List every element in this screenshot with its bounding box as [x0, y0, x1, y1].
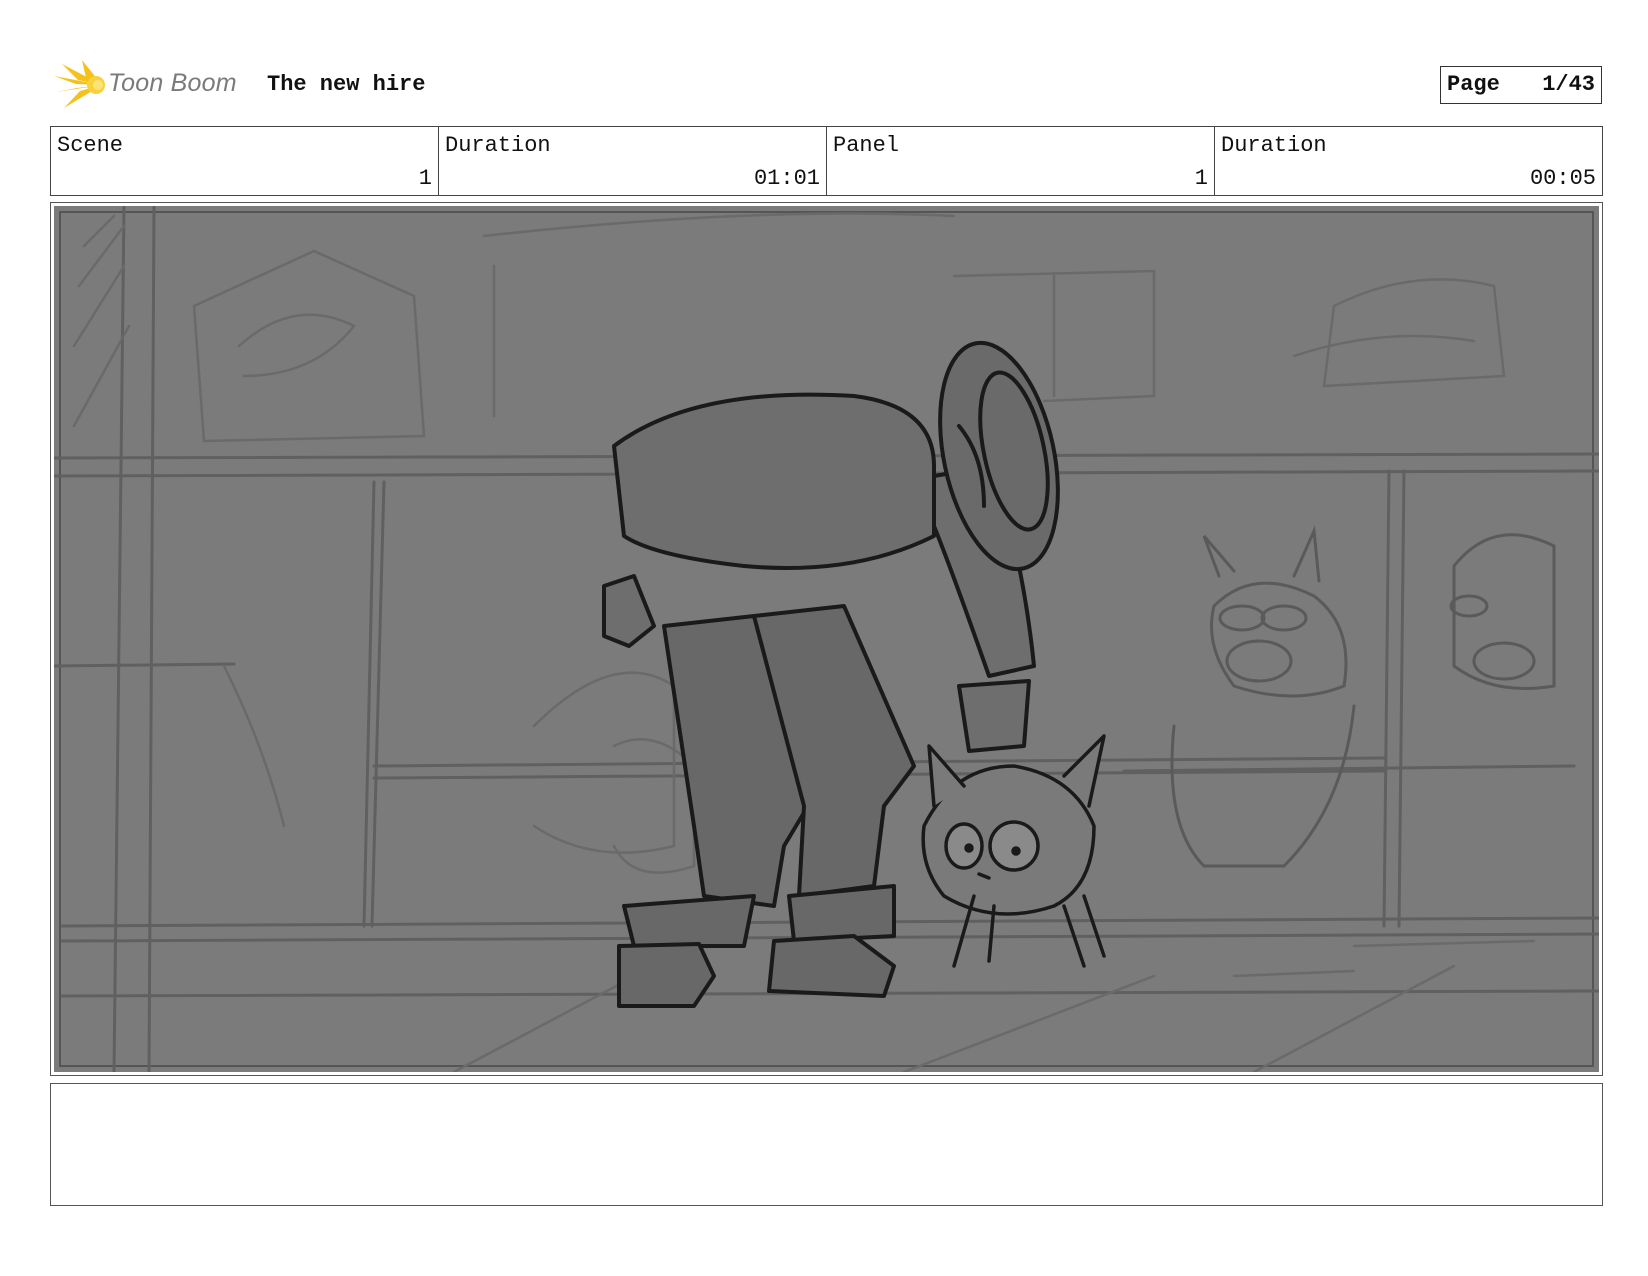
- panel-duration-cell: Duration 00:05: [1215, 127, 1602, 195]
- panel-duration-value: 00:05: [1529, 166, 1596, 191]
- page-label: Page: [1447, 72, 1500, 97]
- page-indicator: Page 1/43: [1440, 66, 1602, 104]
- panel-value: 1: [1194, 166, 1208, 191]
- panel-duration-label: Duration: [1221, 133, 1327, 158]
- starburst-icon: [54, 60, 105, 108]
- page-number: 1/43: [1542, 72, 1595, 97]
- toon-boom-logo: Toon Boom: [52, 58, 252, 112]
- panel-sketch-image: [54, 206, 1599, 1072]
- page-header: Toon Boom The new hire Page 1/43: [52, 58, 1604, 112]
- storyboard-panel: [50, 202, 1603, 1076]
- sketch-illustration: [54, 206, 1599, 1072]
- scene-cell: Scene 1: [51, 127, 439, 195]
- panel-notes-box: [50, 1083, 1603, 1206]
- scene-info-row: Scene 1 Duration 01:01 Panel 1 Duration …: [50, 126, 1603, 196]
- scene-value: 1: [418, 166, 432, 191]
- scene-duration-cell: Duration 01:01: [439, 127, 827, 195]
- panel-label: Panel: [833, 133, 900, 158]
- brand-name: Toon Boom: [108, 69, 237, 97]
- panel-cell: Panel 1: [827, 127, 1215, 195]
- storyboard-title: The new hire: [267, 72, 426, 97]
- scene-duration-value: 01:01: [753, 166, 820, 191]
- scene-label: Scene: [57, 133, 124, 158]
- scene-duration-label: Duration: [445, 133, 551, 158]
